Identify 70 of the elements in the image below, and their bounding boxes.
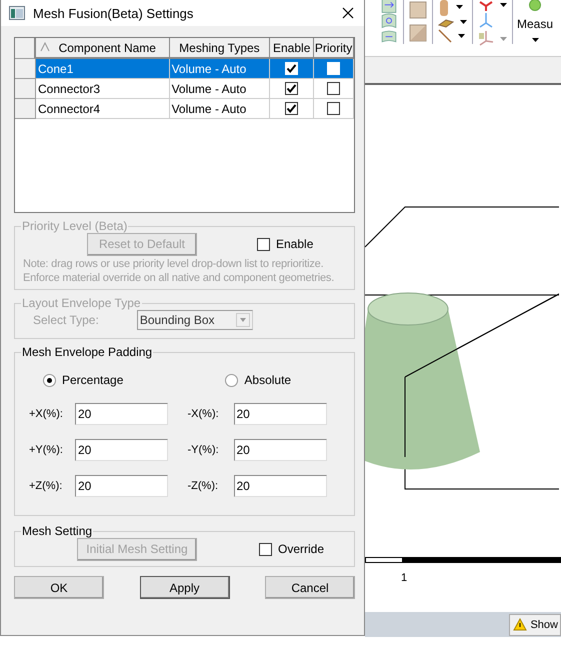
priority-checkbox[interactable] xyxy=(327,102,340,115)
input-field[interactable]: 20 xyxy=(75,403,168,425)
table-row[interactable]: Connector4 Volume - Auto xyxy=(15,99,354,119)
input-field[interactable]: 20 xyxy=(75,439,168,461)
dialog-button[interactable]: Apply xyxy=(140,576,230,599)
window-title: Mesh Fusion(Beta) Settings xyxy=(33,6,194,20)
surface-icon[interactable] xyxy=(380,28,398,44)
field-label: +Y(%): xyxy=(29,444,64,456)
dialog-button[interactable]: OK xyxy=(14,576,104,599)
measure-button[interactable]: Measu xyxy=(513,0,554,44)
plane-icon[interactable] xyxy=(438,18,454,28)
column-header[interactable]: Meshing Types xyxy=(170,38,270,59)
line-icon[interactable] xyxy=(438,29,452,44)
priority-checkbox[interactable] xyxy=(327,82,340,95)
table-cell: Cone1 xyxy=(36,59,170,79)
window-icon xyxy=(9,6,25,20)
shape-icon[interactable] xyxy=(409,0,427,18)
field-label: -Z(%): xyxy=(188,480,220,492)
field-label: +X(%): xyxy=(29,408,64,420)
axes-icon[interactable] xyxy=(478,30,494,48)
caret-icon xyxy=(532,38,539,43)
scale-label: 1 xyxy=(401,572,408,584)
axes-icon[interactable] xyxy=(478,0,494,12)
table-cell: Connector4 xyxy=(36,99,170,119)
table-cell: Volume - Auto xyxy=(170,59,270,79)
input-field[interactable]: 20 xyxy=(75,475,168,497)
row-header[interactable] xyxy=(15,59,36,79)
note-text: Enforce material override on all native and component geometries. xyxy=(23,271,336,285)
dialog-button[interactable]: Cancel xyxy=(265,576,355,599)
surface-icon[interactable] xyxy=(380,0,398,14)
caret-icon[interactable] xyxy=(500,2,507,8)
row-header[interactable] xyxy=(15,79,36,99)
column-header[interactable]: Component Name xyxy=(36,38,170,59)
caret-icon[interactable] xyxy=(458,34,465,39)
group-title: Priority Level (Beta) xyxy=(21,219,128,233)
table-row[interactable]: Connector3 Volume - Auto xyxy=(15,79,354,99)
enable-checkbox[interactable] xyxy=(285,102,298,115)
caret-icon[interactable] xyxy=(456,5,463,10)
caret-icon[interactable] xyxy=(460,20,467,26)
field-label: -Y(%): xyxy=(188,444,220,456)
input-field[interactable]: 20 xyxy=(234,439,326,461)
row-header[interactable] xyxy=(15,99,36,119)
field-label: -X(%): xyxy=(188,408,220,420)
table-cell: Volume - Auto xyxy=(170,99,270,119)
enable-checkbox[interactable] xyxy=(285,82,298,95)
group-title: Mesh Setting xyxy=(21,524,94,538)
shape-icon[interactable] xyxy=(409,24,427,42)
radio-button[interactable]: Absolute xyxy=(225,373,292,387)
group-title: Layout Envelope Type xyxy=(21,296,142,310)
show-button[interactable]: Show xyxy=(509,614,561,636)
corner-header xyxy=(15,38,36,59)
axes-icon[interactable] xyxy=(478,12,494,30)
radio-button[interactable]: Percentage xyxy=(43,373,124,387)
group-title: Mesh Envelope Padding xyxy=(21,345,154,359)
table-cell: Volume - Auto xyxy=(170,79,270,99)
note-text: Note: drag rows or use priority level drop-down list to reprioritize. xyxy=(23,257,324,271)
column-header[interactable]: Enable xyxy=(270,38,314,59)
override-checkbox[interactable]: Override xyxy=(259,542,324,556)
table-row[interactable]: Cone1 Volume - Auto xyxy=(15,59,354,79)
sort-icon xyxy=(40,42,50,52)
caret-icon xyxy=(236,313,250,327)
input-field[interactable]: 20 xyxy=(234,403,326,425)
table-cell: Connector3 xyxy=(36,79,170,99)
input-field[interactable]: 20 xyxy=(234,475,326,497)
surface-icon[interactable] xyxy=(380,13,398,29)
close-icon[interactable] xyxy=(342,7,354,19)
field-label: +Z(%): xyxy=(29,480,64,492)
column-header[interactable]: Priority xyxy=(314,38,354,59)
select-type-label: Select Type: xyxy=(33,313,99,327)
warning-icon xyxy=(513,618,528,631)
